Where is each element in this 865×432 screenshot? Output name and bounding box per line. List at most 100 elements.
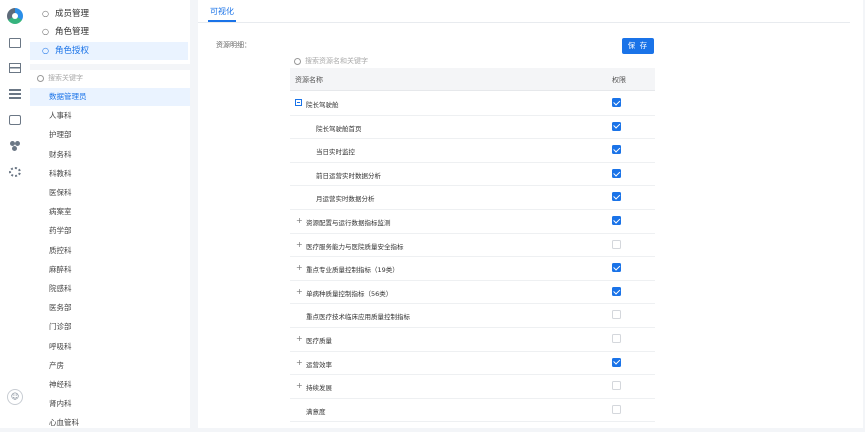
resource-name: 前日运营实时数据分析 — [316, 171, 381, 180]
table-row: 院长驾驶舱首页 — [290, 115, 655, 140]
table-row: + 持续发展 — [290, 374, 655, 399]
menu-item-label: 角色管理 — [55, 27, 90, 37]
gear-icon[interactable] — [9, 167, 21, 177]
department-item[interactable]: 医务部 — [30, 299, 190, 317]
mail-icon[interactable] — [9, 115, 21, 125]
department-item[interactable]: 病案室 — [30, 203, 190, 221]
table-row: + 运营效率 — [290, 351, 655, 376]
people-icon[interactable] — [9, 141, 21, 151]
column-header-permission: 权限 — [612, 76, 626, 84]
table-row: 院长驾驶舱 — [290, 91, 655, 116]
department-item[interactable]: 财务科 — [30, 146, 190, 164]
table-row: + 资源配置与运行数据指标监测 — [290, 209, 655, 234]
list-icon[interactable] — [9, 89, 21, 99]
save-button[interactable]: 保 存 — [622, 38, 654, 54]
resource-name: 持续发展 — [306, 384, 332, 393]
table-row: 重点医疗技术临床应用质量控制指标 — [290, 303, 655, 328]
department-search[interactable]: 搜索关键字 — [37, 73, 83, 83]
table-row: 满意度 — [290, 398, 655, 423]
department-item[interactable]: 麻醉科 — [30, 261, 190, 279]
resource-name: 院长驾驶舱首页 — [316, 124, 362, 133]
table-row: 当日实时监控 — [290, 138, 655, 163]
menu-item-roles[interactable]: ○ 角色管理 — [42, 24, 89, 40]
department-item[interactable]: 心血管科 — [30, 414, 190, 432]
department-item[interactable]: 质控科 — [30, 242, 190, 260]
table-row: + 医疗服务能力与医院质量安全指标 — [290, 233, 655, 258]
permission-checkbox[interactable] — [612, 145, 621, 155]
expand-icon[interactable]: + — [296, 382, 303, 390]
expand-icon[interactable]: + — [296, 240, 303, 248]
expand-icon[interactable]: + — [296, 335, 303, 343]
calendar-icon[interactable] — [9, 63, 21, 73]
department-item[interactable]: 产房 — [30, 357, 190, 375]
expand-icon[interactable]: + — [296, 264, 303, 272]
users-icon: ○ — [42, 27, 49, 36]
menu-separator — [30, 64, 190, 70]
menu-item-label: 角色授权 — [55, 46, 90, 56]
resource-name: 资源配置与运行数据指标监测 — [306, 219, 391, 227]
resource-search-input[interactable]: 搜索资源名和关键字 — [294, 56, 368, 66]
expand-icon[interactable]: + — [296, 217, 303, 225]
permission-checkbox[interactable] — [612, 216, 621, 225]
avatar[interactable]: ☺ — [7, 389, 23, 405]
icon-rail: ☺ — [0, 0, 31, 428]
permission-checkbox[interactable] — [612, 263, 621, 273]
search-placeholder: 搜索资源名和关键字 — [305, 57, 368, 65]
permission-checkbox[interactable] — [612, 334, 621, 343]
department-item[interactable]: 神经科 — [30, 376, 190, 394]
permission-checkbox[interactable] — [612, 168, 621, 178]
resource-name: 医疗服务能力与医院质量安全指标 — [306, 242, 404, 251]
menu-item-label: 成员管理 — [55, 9, 90, 19]
permission-checkbox[interactable] — [612, 310, 621, 320]
table-row: 月运营实时数据分析 — [290, 185, 655, 210]
resource-name: 运营效率 — [306, 360, 332, 369]
permission-checkbox[interactable] — [612, 239, 621, 249]
table-row: + 医疗质量 — [290, 327, 655, 352]
department-item[interactable]: 医保科 — [30, 184, 190, 202]
department-item[interactable]: 数据管理员 — [30, 88, 190, 106]
resource-name: 单病种质量控制指标（56类） — [306, 289, 393, 298]
department-item[interactable]: 呼吸科 — [30, 338, 190, 356]
users-icon: ○ — [42, 46, 49, 55]
tabs-divider — [198, 22, 850, 23]
menu-item-role-auth[interactable]: ○ 角色授权 — [30, 42, 188, 60]
collapse-icon[interactable] — [295, 99, 302, 106]
department-item[interactable]: 肾内科 — [30, 395, 190, 413]
department-item[interactable]: 药学部 — [30, 222, 190, 240]
department-item[interactable]: 人事科 — [30, 107, 190, 125]
permission-checkbox[interactable] — [612, 98, 621, 107]
search-placeholder: 搜索关键字 — [48, 74, 83, 82]
table-header: 资源名称 权限 — [290, 68, 655, 91]
table-row: 前日运营实时数据分析 — [290, 162, 655, 187]
permission-checkbox[interactable] — [612, 286, 621, 296]
column-header-name: 资源名称 — [295, 76, 323, 84]
table-row: + 重点专业质量控制指标（19类） — [290, 256, 655, 281]
resource-name: 满意度 — [306, 407, 326, 416]
resource-name: 重点医疗技术临床应用质量控制指标 — [306, 313, 410, 322]
permission-checkbox[interactable] — [612, 121, 621, 131]
table-row: + 单病种质量控制指标（56类） — [290, 280, 655, 305]
department-item[interactable]: 门诊部 — [30, 318, 190, 336]
resource-name: 院长驾驶舱 — [306, 101, 339, 109]
resource-label: 资源明细： — [216, 41, 251, 49]
expand-icon[interactable]: + — [296, 358, 303, 366]
department-item[interactable]: 科教科 — [30, 165, 190, 183]
side-menu: ○ 成员管理 ○ 角色管理 ○ 角色授权 搜索关键字 数据管理员 人事科 护理部财务… — [30, 0, 190, 428]
resource-name: 当日实时监控 — [316, 148, 355, 157]
monitor-icon[interactable] — [9, 38, 21, 48]
permission-checkbox[interactable] — [612, 381, 621, 391]
tab-visualization[interactable]: 可视化 — [210, 6, 234, 17]
expand-icon[interactable]: + — [296, 287, 303, 295]
department-item[interactable]: 护理部 — [30, 126, 190, 144]
permission-checkbox[interactable] — [612, 404, 621, 414]
search-icon — [37, 74, 44, 82]
menu-item-members[interactable]: ○ 成员管理 — [42, 6, 89, 22]
main-panel: 可视化 资源明细： 保 存 搜索资源名和关键字 资源名称 权限 院长驾驶舱院长驾… — [198, 0, 863, 428]
resource-name: 重点专业质量控制指标（19类） — [306, 266, 399, 275]
permission-checkbox[interactable] — [612, 357, 621, 367]
resource-name: 月运营实时数据分析 — [316, 195, 375, 204]
logo-icon[interactable] — [7, 8, 23, 24]
permission-checkbox[interactable] — [612, 192, 621, 202]
search-icon — [294, 57, 301, 65]
department-item[interactable]: 院感科 — [30, 280, 190, 298]
